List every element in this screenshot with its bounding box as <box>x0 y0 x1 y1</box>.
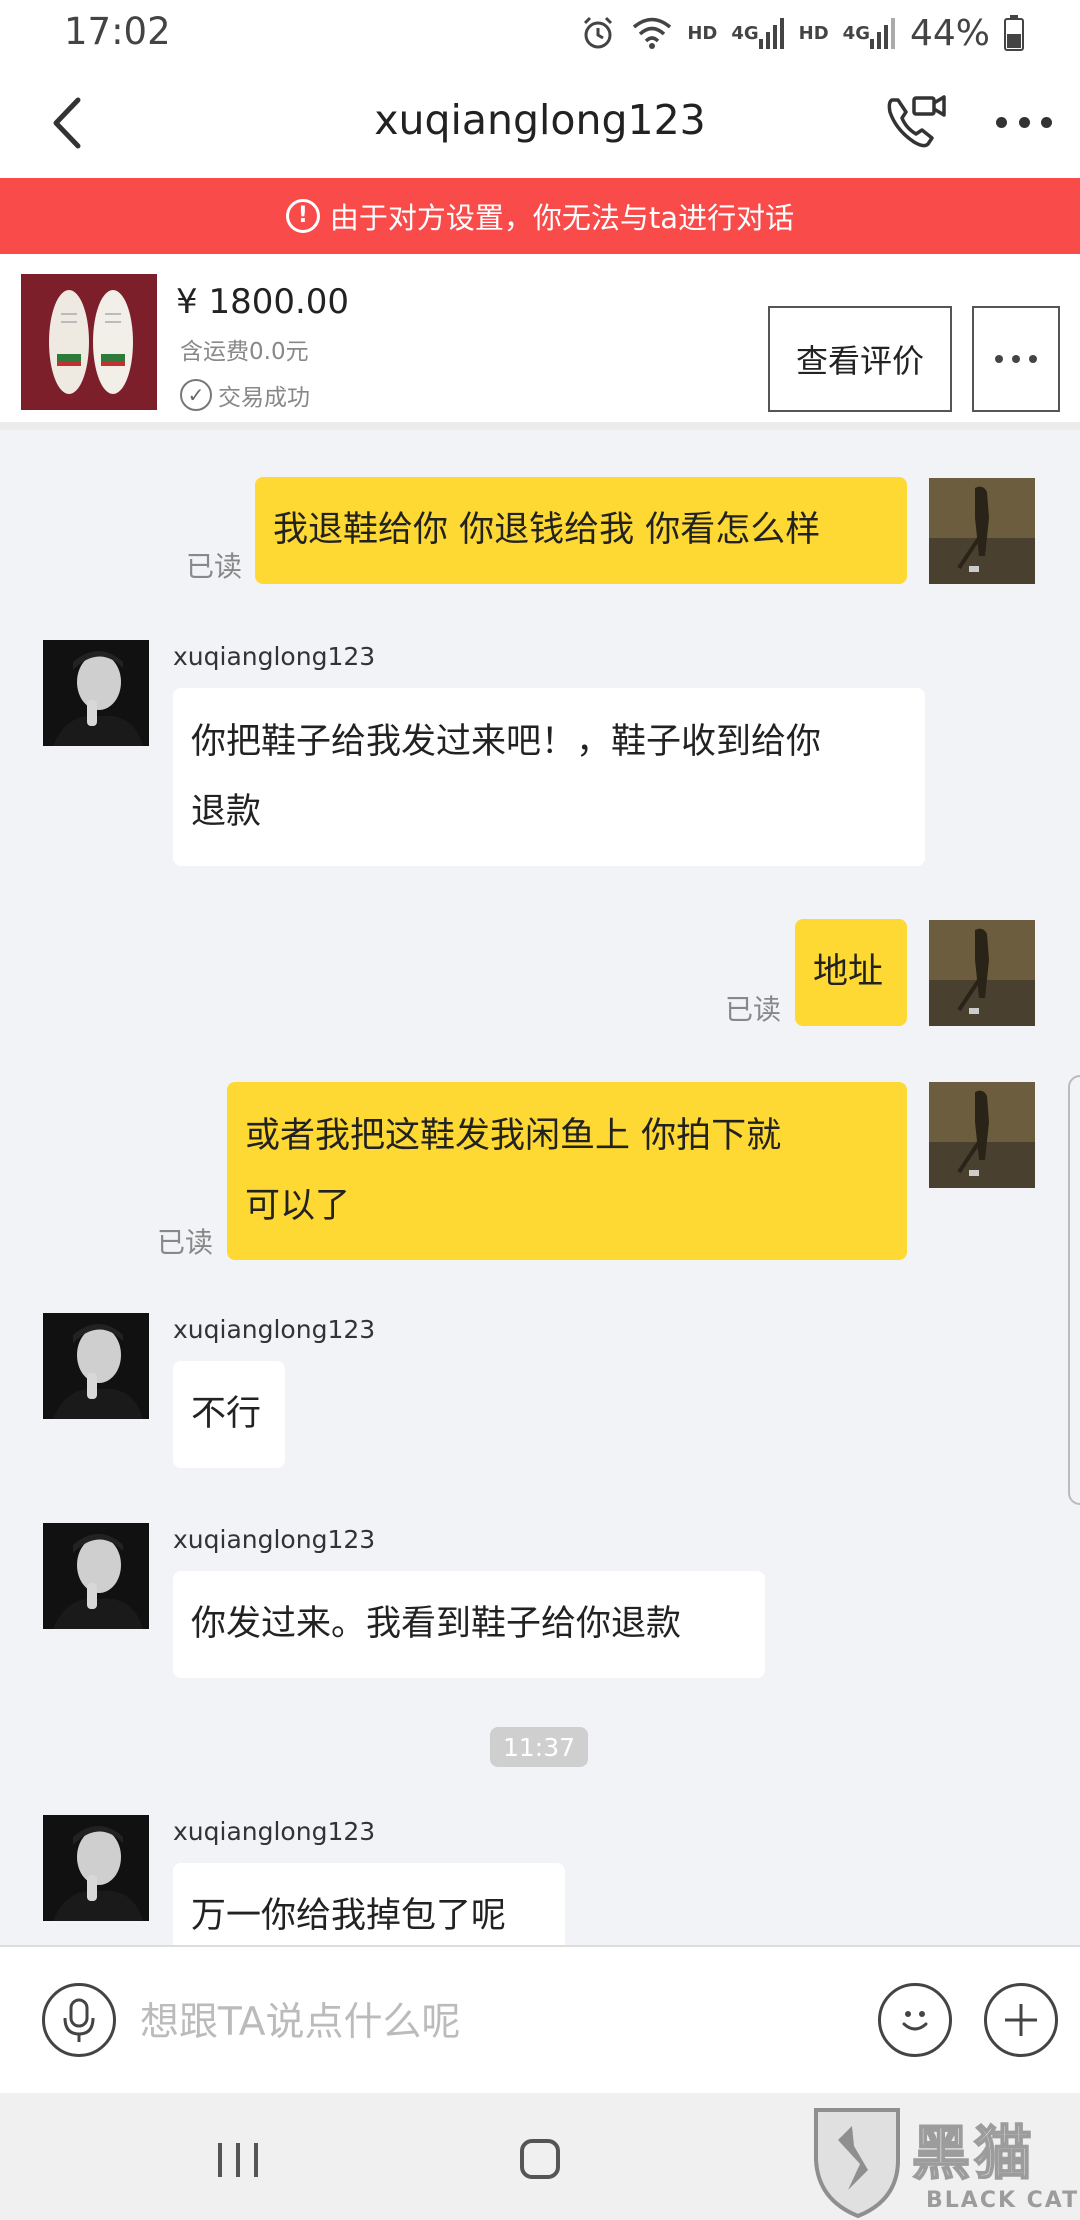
message-line: 可以了 <box>245 1186 351 1226</box>
check-circle-icon: ✓ <box>180 379 212 411</box>
alarm-icon <box>579 14 617 52</box>
status-icons: HD 4G HD 4G 44% <box>579 10 1024 56</box>
product-card[interactable]: ¥ 1800.00 含运费0.0元 ✓ 交易成功 查看评价 <box>0 254 1080 430</box>
message-bubble-sent[interactable]: 或者我把这鞋发我闲鱼上 你拍下就 可以了 <box>227 1082 907 1260</box>
time-divider: 11:37 <box>490 1727 588 1767</box>
watermark: 黑猫 BLACK CAT <box>808 2100 1080 2220</box>
status-time: 17:02 <box>64 10 171 53</box>
contact-avatar[interactable] <box>43 640 149 746</box>
product-more-button[interactable] <box>972 306 1060 412</box>
sender-name: xuqianglong123 <box>173 642 376 671</box>
read-label: 已读 <box>725 993 782 1026</box>
view-review-button[interactable]: 查看评价 <box>768 306 952 412</box>
message-bubble-received[interactable]: 万一你给我掉包了呢 <box>173 1863 565 1945</box>
my-avatar[interactable] <box>929 1082 1035 1188</box>
emoji-icon[interactable] <box>878 1983 952 2057</box>
product-image[interactable] <box>21 274 157 410</box>
my-avatar[interactable] <box>929 478 1035 584</box>
battery-icon <box>1004 15 1024 51</box>
input-bar <box>0 1945 1080 2093</box>
sender-name: xuqianglong123 <box>173 1525 376 1554</box>
contact-avatar[interactable] <box>43 1523 149 1629</box>
my-avatar[interactable] <box>929 920 1035 1026</box>
transaction-status-text: 交易成功 <box>218 385 310 411</box>
network-type-1: 4G <box>731 22 759 44</box>
watermark-sub: BLACK CAT <box>926 2188 1080 2213</box>
message-bubble-received[interactable]: 你把鞋子给我发过来吧！，鞋子收到给你 退款 <box>173 688 925 866</box>
message-bubble-received[interactable]: 不行 <box>173 1361 285 1468</box>
contact-avatar[interactable] <box>43 1313 149 1419</box>
video-call-icon[interactable] <box>884 92 948 152</box>
recents-icon[interactable] <box>218 2143 258 2177</box>
exclamation-icon: ! <box>285 199 320 233</box>
more-icon[interactable] <box>996 104 1052 140</box>
network-label-1: HD <box>687 22 718 44</box>
status-bar: 17:02 HD 4G HD 4G 44% <box>0 0 1080 66</box>
wifi-icon <box>631 15 673 51</box>
signal-icon-2: 4G <box>843 17 896 49</box>
network-type-2: 4G <box>842 22 870 44</box>
plus-icon[interactable] <box>984 1983 1058 2057</box>
message-bubble-sent[interactable]: 我退鞋给你 你退钱给我 你看怎么样 <box>255 477 907 584</box>
watermark-text: 黑猫 <box>911 2118 1037 2188</box>
home-icon[interactable] <box>520 2139 560 2179</box>
black-cat-logo-icon <box>814 2108 900 2219</box>
battery-percent: 44% <box>909 12 990 54</box>
chat-area[interactable]: 我退鞋给你 你退钱给我 你看怎么样 已读 xuqianglong123 你把鞋子… <box>0 430 1080 1945</box>
network-label-2: HD <box>798 22 829 44</box>
sender-name: xuqianglong123 <box>173 1817 376 1846</box>
signal-icon: 4G <box>731 17 784 49</box>
message-input[interactable] <box>140 1987 840 2057</box>
warning-banner: ! 由于对方设置，你无法与ta进行对话 <box>0 178 1080 254</box>
read-label: 已读 <box>157 1226 214 1259</box>
transaction-status: ✓ 交易成功 <box>180 378 310 412</box>
warning-text: 由于对方设置，你无法与ta进行对话 <box>329 201 795 235</box>
sender-name: xuqianglong123 <box>173 1315 376 1344</box>
scroll-indicator[interactable] <box>1068 1075 1080 1505</box>
message-bubble-received[interactable]: 你发过来。我看到鞋子给你退款 <box>173 1571 765 1678</box>
header: xuqianglong123 <box>0 66 1080 178</box>
message-bubble-sent[interactable]: 地址 <box>795 919 907 1026</box>
message-line: 或者我把这鞋发我闲鱼上 你拍下就 <box>245 1116 782 1156</box>
message-line: 退款 <box>191 792 262 832</box>
contact-avatar[interactable] <box>43 1815 149 1921</box>
product-price: ¥ 1800.00 <box>176 282 350 322</box>
message-line: 你把鞋子给我发过来吧！，鞋子收到给你 <box>191 722 822 762</box>
microphone-icon[interactable] <box>42 1983 116 2057</box>
read-label: 已读 <box>186 550 243 583</box>
product-shipping: 含运费0.0元 <box>180 339 309 365</box>
